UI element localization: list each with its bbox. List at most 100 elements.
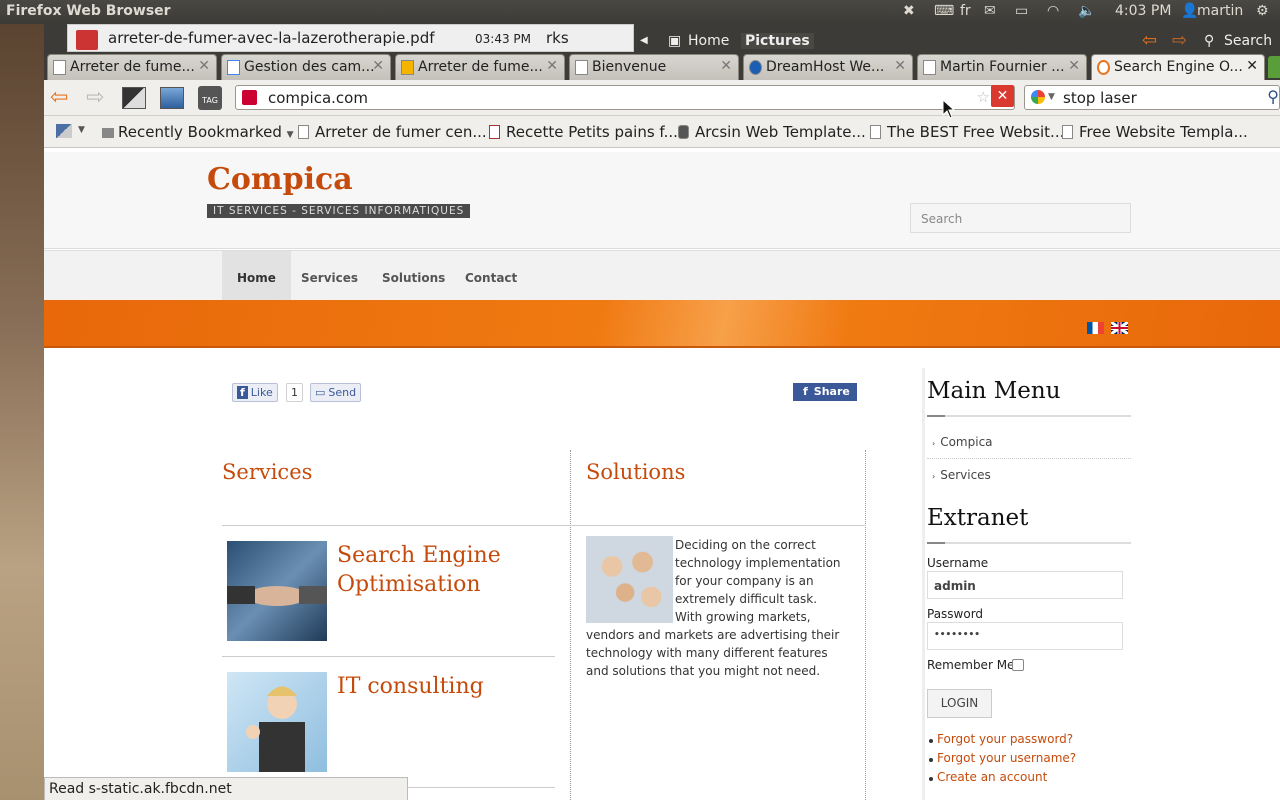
bookmark-recently[interactable]: Recently Bookmarked ▼ <box>102 123 294 141</box>
back-arrow-icon[interactable]: ⇦ <box>1142 30 1157 51</box>
remember-me-label: Remember Me <box>927 658 1015 672</box>
tag-icon[interactable]: TAG <box>198 86 222 110</box>
download-filename[interactable]: arreter-de-fumer-avec-la-lazerotherapie.… <box>108 29 435 47</box>
fb-share-label: Share <box>813 385 850 398</box>
forgot-username-link[interactable]: Forgot your username? <box>937 751 1076 765</box>
tab[interactable]: Gestion des cam... ✕ <box>221 54 391 80</box>
sidebar-item-compica[interactable]: › Compica <box>932 435 993 449</box>
star-icon[interactable]: ☆ <box>977 88 990 106</box>
close-icon[interactable]: ✕ <box>1068 58 1080 74</box>
bookmark-item[interactable]: The BEST Free Websit... <box>870 123 1064 141</box>
battery-icon[interactable]: ▭ <box>1015 3 1028 19</box>
team-photo-image <box>586 536 673 623</box>
password-field[interactable]: •••••••• <box>927 622 1123 650</box>
scroll-left-icon[interactable]: ◀ <box>640 35 648 46</box>
search-icon[interactable]: ⚲ <box>1267 87 1279 106</box>
sidebar-item-services[interactable]: › Services <box>932 468 991 482</box>
remember-me-checkbox[interactable] <box>1012 659 1024 671</box>
bookmark-label: Arreter de fumer cen... <box>315 123 487 141</box>
places-search[interactable]: Search <box>1224 33 1272 49</box>
bookmark-item[interactable]: Arreter de fumer cen... <box>298 123 487 141</box>
tab-active[interactable]: Search Engine O... ✕ <box>1091 54 1265 80</box>
keyboard-layout[interactable]: fr <box>960 3 971 19</box>
wifi-icon[interactable]: ◠ <box>1047 3 1059 19</box>
bookmark-item[interactable]: Arcsin Web Template... <box>678 123 866 141</box>
close-icon[interactable]: ✕ <box>546 58 558 74</box>
forgot-password-link[interactable]: Forgot your password? <box>937 732 1073 746</box>
create-account-link[interactable]: Create an account <box>937 770 1047 784</box>
fb-like-label: Like <box>250 386 273 399</box>
forward-icon[interactable]: ⇨ <box>86 85 104 110</box>
fb-send-button[interactable]: ▭ Send <box>310 383 362 402</box>
user-name[interactable]: martin <box>1197 3 1243 19</box>
bookmark-item[interactable]: Recette Petits pains f... <box>489 123 678 141</box>
nav-solutions[interactable]: Solutions <box>367 251 460 301</box>
search-input[interactable]: stop laser <box>1063 89 1137 107</box>
chevron-down-icon[interactable]: ▼ <box>1048 92 1055 102</box>
mail-icon[interactable]: ✉ <box>984 3 996 19</box>
fb-like-button[interactable]: f Like <box>232 383 278 402</box>
dropbox-icon[interactable]: ✖ <box>903 3 915 19</box>
chevron-right-icon: › <box>932 472 936 481</box>
username-field[interactable]: admin <box>927 571 1123 599</box>
google-icon[interactable] <box>1031 90 1045 104</box>
folder-icon <box>102 128 114 138</box>
bookmarks-menu-icon[interactable] <box>56 124 72 138</box>
download-trailing-text: rks <box>546 29 569 47</box>
tab-bar: Arreter de fume... ✕ Gestion des cam... ✕ … <box>44 54 1280 80</box>
places-pictures[interactable]: Pictures <box>741 33 814 49</box>
clock[interactable]: 4:03 PM <box>1115 3 1171 19</box>
downloads-popup[interactable]: arreter-de-fumer-avec-la-lazerotherapie.… <box>67 24 634 52</box>
volume-icon[interactable]: 🔈 <box>1078 3 1095 19</box>
url-input[interactable]: compica.com <box>268 89 368 107</box>
places-home[interactable]: Home <box>688 33 729 49</box>
download-time: 03:43 PM <box>475 32 531 46</box>
save-tool-icon[interactable] <box>160 87 184 109</box>
url-bar[interactable]: compica.com ☆ ▼ <box>235 85 1015 110</box>
close-icon[interactable]: ✕ <box>198 58 210 74</box>
tab[interactable]: Martin Fournier ... ✕ <box>917 54 1087 80</box>
site-search-input[interactable]: Search <box>910 203 1131 233</box>
nav-home[interactable]: Home <box>222 251 291 301</box>
search-icon[interactable]: ⚲ <box>1204 33 1214 49</box>
main-nav: Home Services Solutions Contact <box>44 250 1280 301</box>
dreamhost-icon <box>749 60 762 75</box>
keyboard-icon[interactable]: ⌨ <box>934 3 954 19</box>
stop-button[interactable]: ✕ <box>991 85 1014 107</box>
bookmark-item[interactable]: Free Website Templa... <box>1062 123 1248 141</box>
fb-send-label: Send <box>328 386 357 399</box>
chevron-down-icon[interactable]: ▼ <box>78 125 85 135</box>
french-flag-icon[interactable] <box>1087 322 1104 334</box>
close-icon[interactable]: ✕ <box>894 58 906 74</box>
nav-contact[interactable]: Contact <box>450 251 532 301</box>
service-seo-link[interactable]: Search Engine Optimisation <box>337 541 537 599</box>
close-icon[interactable]: ✕ <box>720 58 732 74</box>
nav-services[interactable]: Services <box>286 251 373 301</box>
site-header: Compica IT SERVICES - SERVICES INFORMATI… <box>44 152 1280 249</box>
tab[interactable]: Arreter de fume... ✕ <box>395 54 565 80</box>
back-icon[interactable]: ⇦ <box>50 85 68 110</box>
forward-arrow-icon[interactable]: ⇨ <box>1172 30 1187 51</box>
column-divider <box>570 450 571 800</box>
login-button[interactable]: LOGIN <box>927 689 992 718</box>
fb-share-button[interactable]: f Share <box>793 383 857 401</box>
consultant-image <box>227 672 327 772</box>
site-logo[interactable]: Compica <box>207 162 353 197</box>
bookmark-label: Recently Bookmarked <box>118 123 282 141</box>
page-icon <box>575 60 588 75</box>
new-tab-icon[interactable] <box>1268 56 1280 78</box>
tab[interactable]: Arreter de fume... ✕ <box>47 54 217 80</box>
page-icon <box>298 125 309 139</box>
gear-icon[interactable]: ⚙ <box>1256 3 1269 19</box>
service-it-consulting-link[interactable]: IT consulting <box>337 672 537 701</box>
search-bar[interactable]: ▼ stop laser ⚲ <box>1024 85 1280 110</box>
close-icon[interactable]: ✕ <box>1246 58 1258 74</box>
bookmark-tool-icon[interactable] <box>122 87 146 109</box>
english-flag-icon[interactable] <box>1111 322 1128 334</box>
close-icon[interactable]: ✕ <box>372 58 384 74</box>
tab[interactable]: DreamHost We... ✕ <box>743 54 913 80</box>
tab[interactable]: Bienvenue ✕ <box>569 54 739 80</box>
pdf-icon <box>76 30 98 50</box>
bullet <box>929 739 933 743</box>
bookmarks-bar: ▼ Recently Bookmarked ▼ Arreter de fumer… <box>44 116 1280 148</box>
